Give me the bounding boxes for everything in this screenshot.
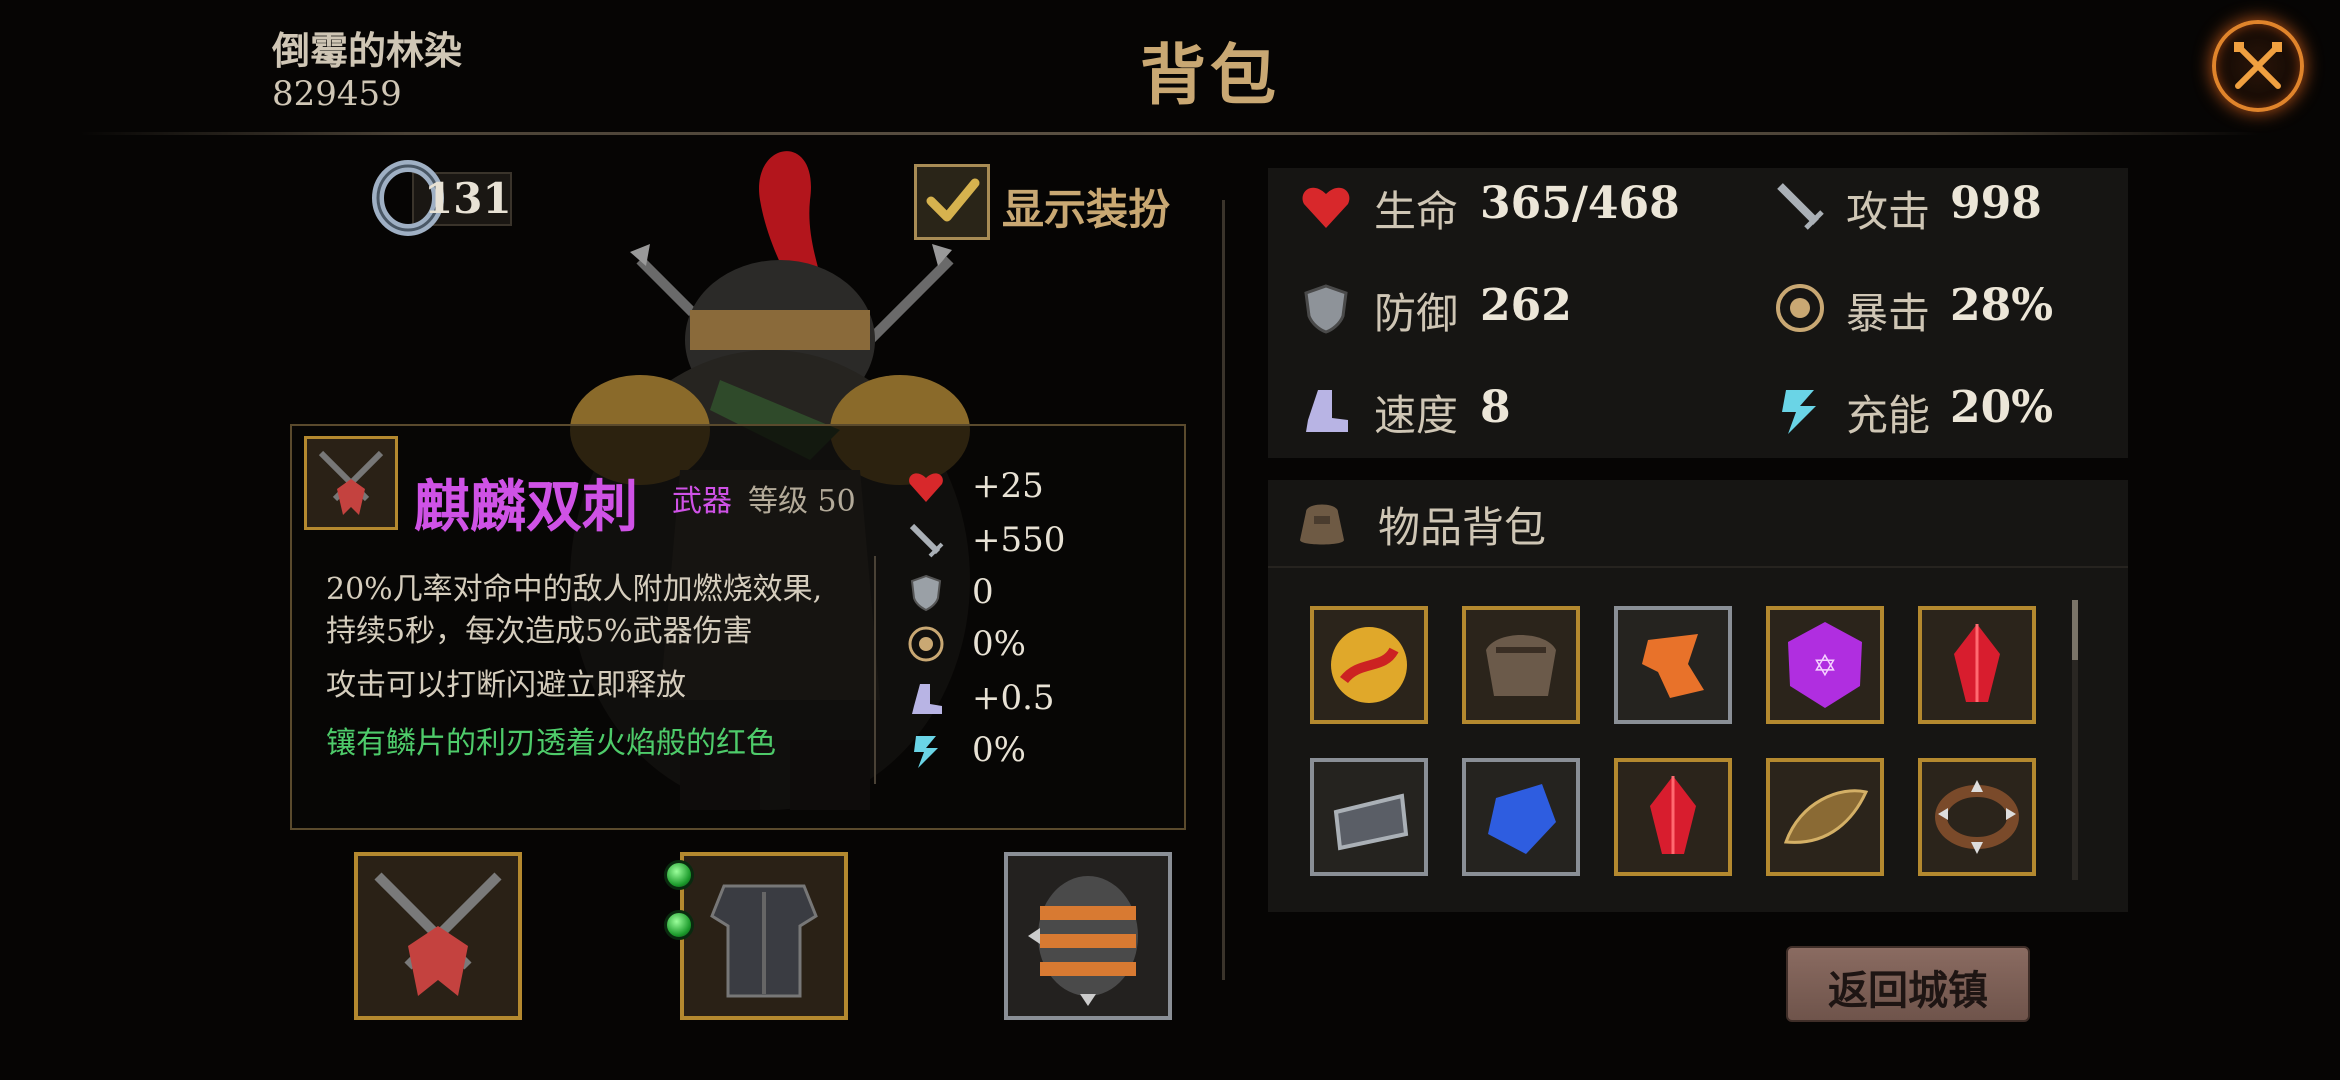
pauldron-icon [1486,635,1556,696]
stat-life-value: 365/468 [1480,178,1680,229]
stat-attack-value: 998 [1950,178,2042,229]
inventory-slot[interactable] [1614,758,1732,876]
item-type: 武器 [672,484,732,519]
stat-energy-label: 充能 [1846,391,1931,440]
item-level: 等级 50 [748,484,856,519]
crossed-swords-icon [2234,42,2282,89]
equip-slot-accessory[interactable] [1004,852,1172,1020]
stat-life-label: 生命 [1374,187,1459,236]
item-description-line: 20%几率对命中的敌人附加燃烧效果, [326,572,823,607]
item-stat-speed: +0.5 [972,678,1055,718]
sword-icon [1777,183,1824,230]
golden-orb-icon [1331,627,1407,703]
red-crystal-icon [1954,624,2000,702]
item-description-line: 攻击可以打断闪避立即释放 [326,668,686,703]
twin-blades-icon [374,872,502,996]
twin-blades-icon [318,450,384,515]
inventory-scroll-thumb[interactable] [2072,600,2078,660]
inventory-header-divider [1268,566,2128,568]
equip-slot-weapon[interactable] [354,852,522,1020]
inventory-slot[interactable] [1918,606,2036,724]
return-to-town-button[interactable]: 返回城镇 [1786,946,2030,1022]
inventory-slot[interactable]: ✡ [1766,606,1884,724]
crit-icon [908,626,944,662]
armor-gem-socket [664,910,694,940]
stat-speed-value: 8 [1480,382,1511,433]
spiked-collar-icon [1935,780,2019,854]
inventory-slot[interactable] [1310,606,1428,724]
boot-icon [912,684,942,714]
player-id: 829459 [272,74,402,114]
inventory-slot[interactable] [1462,758,1580,876]
blue-gem-icon [1488,784,1556,854]
page-title: 背包 [1140,36,1280,114]
item-stat-life: +25 [972,466,1044,506]
item-stat-attack: +550 [972,520,1066,560]
player-name: 倒霉的林染 [272,28,463,73]
header-divider [80,132,2260,135]
orange-shard-icon [1642,634,1704,698]
silver-ring-icon [1333,793,1409,851]
shield-icon [910,574,942,612]
shield-icon [1304,284,1348,334]
sword-icon [909,523,944,558]
show-outfit-label: 显示装扮 [1002,185,1171,234]
item-stat-crit: 0% [972,624,1026,664]
stat-crit-label: 暴击 [1846,289,1931,338]
checkmark-icon [926,178,980,222]
stat-energy-value: 20% [1950,382,2054,433]
currency-counter: 131 [372,160,512,236]
purple-rune-gem-icon: ✡ [1788,622,1862,708]
energy-icon [1782,390,1816,434]
tooltip-divider [874,556,876,784]
item-stat-energy: 0% [972,730,1026,770]
item-stat-defense: 0 [972,572,994,612]
golden-fish-icon [1783,789,1869,844]
return-to-town-label: 返回城镇 [1828,967,1988,1014]
equip-slot-armor[interactable] [680,852,848,1020]
inventory-slot[interactable] [1766,758,1884,876]
armor-icon [710,884,818,998]
stat-defense-label: 防御 [1374,289,1459,338]
inventory-slot[interactable] [1614,606,1732,724]
panel-divider [1222,200,1225,980]
close-button[interactable] [2212,20,2304,112]
svg-text:✡: ✡ [1812,649,1837,684]
heart-icon [909,473,943,502]
show-outfit-checkbox[interactable] [914,164,990,240]
heart-icon [1302,187,1350,228]
inventory-slot[interactable] [1918,758,2036,876]
spiked-drum-icon [1028,876,1138,1006]
bag-icon [1300,504,1344,545]
stat-speed-label: 速度 [1374,391,1459,440]
inventory-slot[interactable] [1462,606,1580,724]
red-crystal-icon [1650,776,1696,854]
stat-attack-label: 攻击 [1846,187,1931,236]
inventory-slot[interactable] [1310,758,1428,876]
crit-icon [1776,284,1824,332]
stat-crit-value: 28% [1950,280,2054,331]
item-tooltip-icon [304,436,398,530]
armor-gem-socket [664,860,694,890]
energy-icon [914,736,938,768]
inventory-title: 物品背包 [1378,503,1547,552]
item-description-line: 持续5秒，每次造成5%武器伤害 [326,614,753,649]
item-name: 麒麟双刺 [414,474,638,540]
item-flavor-text: 镶有鳞片的利刃透着火焰般的红色 [326,726,776,761]
stat-defense-value: 262 [1480,280,1572,331]
boot-icon [1306,390,1348,432]
currency-value: 131 [424,174,512,223]
